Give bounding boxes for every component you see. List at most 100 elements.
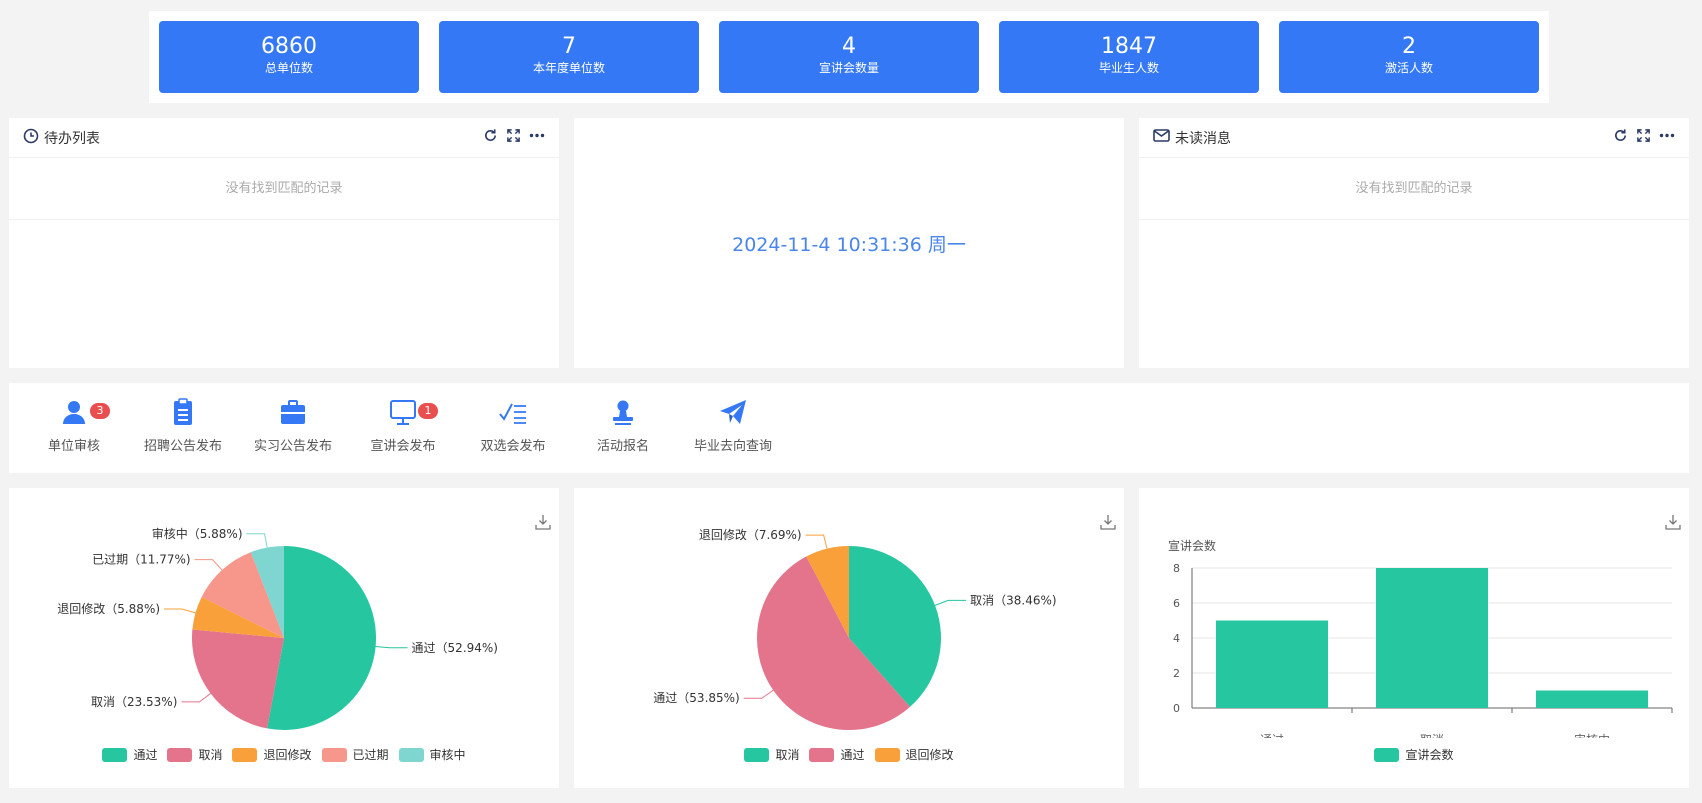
- refresh-icon[interactable]: [1613, 128, 1628, 147]
- shortcut-activity-signup[interactable]: 活动报名: [573, 397, 673, 454]
- legend-label: 宣讲会数: [1405, 748, 1454, 762]
- legend-item[interactable]: 取消: [167, 746, 222, 763]
- legend-label: 已过期: [352, 748, 389, 762]
- y-tick-label: 8: [1173, 562, 1180, 575]
- shortcut-label: 毕业去向查询: [693, 439, 772, 454]
- briefcase-icon: [243, 397, 343, 431]
- legend-swatch: [232, 747, 258, 762]
- pie-label: 取消（23.53%): [91, 695, 177, 709]
- more-icon[interactable]: [529, 128, 545, 147]
- stat-card-year-units[interactable]: 7 本年度单位数: [439, 21, 699, 93]
- shortcut-label: 招聘公告发布: [143, 439, 222, 454]
- stat-card-seminars[interactable]: 4 宣讲会数量: [719, 21, 979, 93]
- stat-card-activated[interactable]: 2 激活人数: [1279, 21, 1539, 93]
- stat-value: 4: [842, 34, 856, 59]
- legend-swatch: [1374, 747, 1400, 762]
- download-icon[interactable]: [535, 514, 551, 534]
- stat-label: 本年度单位数: [532, 61, 605, 75]
- messages-panel: 未读消息 没有找到匹配的记录: [1139, 118, 1689, 368]
- download-icon[interactable]: [1665, 514, 1681, 534]
- checklist-icon: [463, 397, 563, 431]
- fullscreen-icon[interactable]: [506, 128, 521, 147]
- seminar-count-bar-chart: 宣讲会数 0 2 4 6 8 通过 取消 审核中: [1168, 538, 1673, 738]
- seminar-status-pie-chart: 取消（38.46%) 通过（53.85%) 退回修改（7.69%): [653, 527, 1057, 730]
- shortcut-recruitment-notice[interactable]: 招聘公告发布: [133, 397, 233, 454]
- legend-label: 退回修改: [905, 748, 954, 762]
- monitor-icon: [353, 397, 453, 431]
- shortcut-label: 单位审核: [47, 439, 100, 454]
- more-icon[interactable]: [1659, 128, 1675, 147]
- y-tick-label: 2: [1173, 667, 1180, 680]
- stat-value: 1847: [1101, 34, 1157, 59]
- legend-label: 通过: [840, 748, 865, 762]
- legend-swatch: [874, 747, 900, 762]
- y-tick-label: 6: [1173, 597, 1180, 610]
- pie-label: 通过（52.94%): [412, 641, 498, 655]
- legend-item[interactable]: 通过: [102, 746, 157, 763]
- stat-label: 毕业生人数: [1098, 61, 1159, 75]
- stat-card-graduates[interactable]: 1847 毕业生人数: [999, 21, 1259, 93]
- shortcut-job-fair-publish[interactable]: 双选会发布: [463, 397, 563, 454]
- shortcut-internship-notice[interactable]: 实习公告发布: [243, 397, 343, 454]
- datetime-display: 2024-11-4 10:31:36 周一: [732, 234, 966, 256]
- legend-item[interactable]: 宣讲会数: [1374, 746, 1454, 763]
- pie-label: 通过（53.85%): [653, 691, 739, 705]
- bar[interactable]: [1216, 620, 1328, 709]
- seminar-count-chart-panel: 宣讲会数 0 2 4 6 8 通过 取消 审核中 宣讲会数: [1139, 488, 1689, 788]
- todo-panel-header: 待办列表: [9, 118, 559, 158]
- pie-label: 退回修改（5.88%): [57, 601, 160, 616]
- pie-label-line: [194, 559, 223, 571]
- shortcut-bar: 单位审核 3 招聘公告发布 实习公告发布 宣讲会发布 1 双选会发布 活动报名 …: [9, 383, 1689, 473]
- pie-label-line: [246, 533, 268, 548]
- legend-label: 取消: [775, 748, 800, 762]
- shortcut-label: 双选会发布: [480, 439, 546, 454]
- bar[interactable]: [1536, 690, 1648, 709]
- fullscreen-icon[interactable]: [1636, 128, 1651, 147]
- legend-swatch: [398, 747, 424, 762]
- messages-empty-message: 没有找到匹配的记录: [1139, 158, 1689, 220]
- legend-swatch: [102, 747, 128, 762]
- stat-value: 6860: [261, 34, 317, 59]
- pie-label-line: [164, 608, 196, 614]
- legend-swatch: [809, 747, 835, 762]
- mail-icon: [1153, 128, 1170, 147]
- shortcut-label: 宣讲会发布: [370, 439, 436, 454]
- legend-swatch: [167, 747, 193, 762]
- review-status-pie-chart: 通过（52.94%) 取消（23.53%) 退回修改（5.88%) 已过期（11.77…: [57, 526, 498, 730]
- shortcut-graduate-destination[interactable]: 毕业去向查询: [683, 397, 783, 454]
- bar[interactable]: [1376, 568, 1488, 708]
- pie-label: 退回修改（7.69%): [699, 527, 802, 542]
- pie-label: 已过期（11.77%): [92, 553, 190, 567]
- stat-label: 总单位数: [264, 61, 313, 75]
- pie-label-line: [805, 534, 828, 549]
- y-tick-label: 4: [1173, 632, 1180, 645]
- clock-panel: 2024-11-4 10:31:36 周一: [574, 118, 1124, 368]
- legend-item[interactable]: 已过期: [321, 746, 389, 763]
- clipboard-icon: [133, 397, 233, 431]
- shortcut-unit-review[interactable]: 单位审核 3: [24, 397, 124, 454]
- refresh-icon[interactable]: [483, 128, 498, 147]
- todo-panel: 待办列表 没有找到匹配的记录: [9, 118, 559, 368]
- legend-swatch: [321, 747, 347, 762]
- clock-icon: [23, 128, 39, 148]
- legend-item[interactable]: 通过: [809, 746, 865, 763]
- pie-label: 取消（38.46%): [970, 593, 1056, 607]
- shortcut-seminar-publish[interactable]: 宣讲会发布 1: [353, 397, 453, 454]
- legend-label: 退回修改: [263, 748, 312, 762]
- stat-label: 激活人数: [1384, 61, 1433, 75]
- messages-panel-header: 未读消息: [1139, 118, 1689, 158]
- chart-legend: 取消 通过 退回修改: [574, 746, 1124, 763]
- legend-item[interactable]: 取消: [744, 746, 799, 763]
- legend-item[interactable]: 退回修改: [874, 746, 954, 763]
- stat-value: 7: [562, 34, 576, 59]
- legend-item[interactable]: 审核中: [398, 746, 466, 763]
- stat-card-total-units[interactable]: 6860 总单位数: [159, 21, 419, 93]
- messages-panel-title: 未读消息: [1175, 130, 1231, 147]
- legend-item[interactable]: 退回修改: [232, 746, 312, 763]
- paper-plane-icon: [683, 397, 783, 431]
- pie-label-line: [181, 693, 211, 703]
- shortcut-label: 实习公告发布: [253, 439, 332, 454]
- download-icon[interactable]: [1100, 514, 1116, 534]
- stats-bar: 6860 总单位数 7 本年度单位数 4 宣讲会数量 1847 毕业生人数 2 …: [149, 11, 1549, 103]
- todo-panel-title: 待办列表: [44, 130, 100, 147]
